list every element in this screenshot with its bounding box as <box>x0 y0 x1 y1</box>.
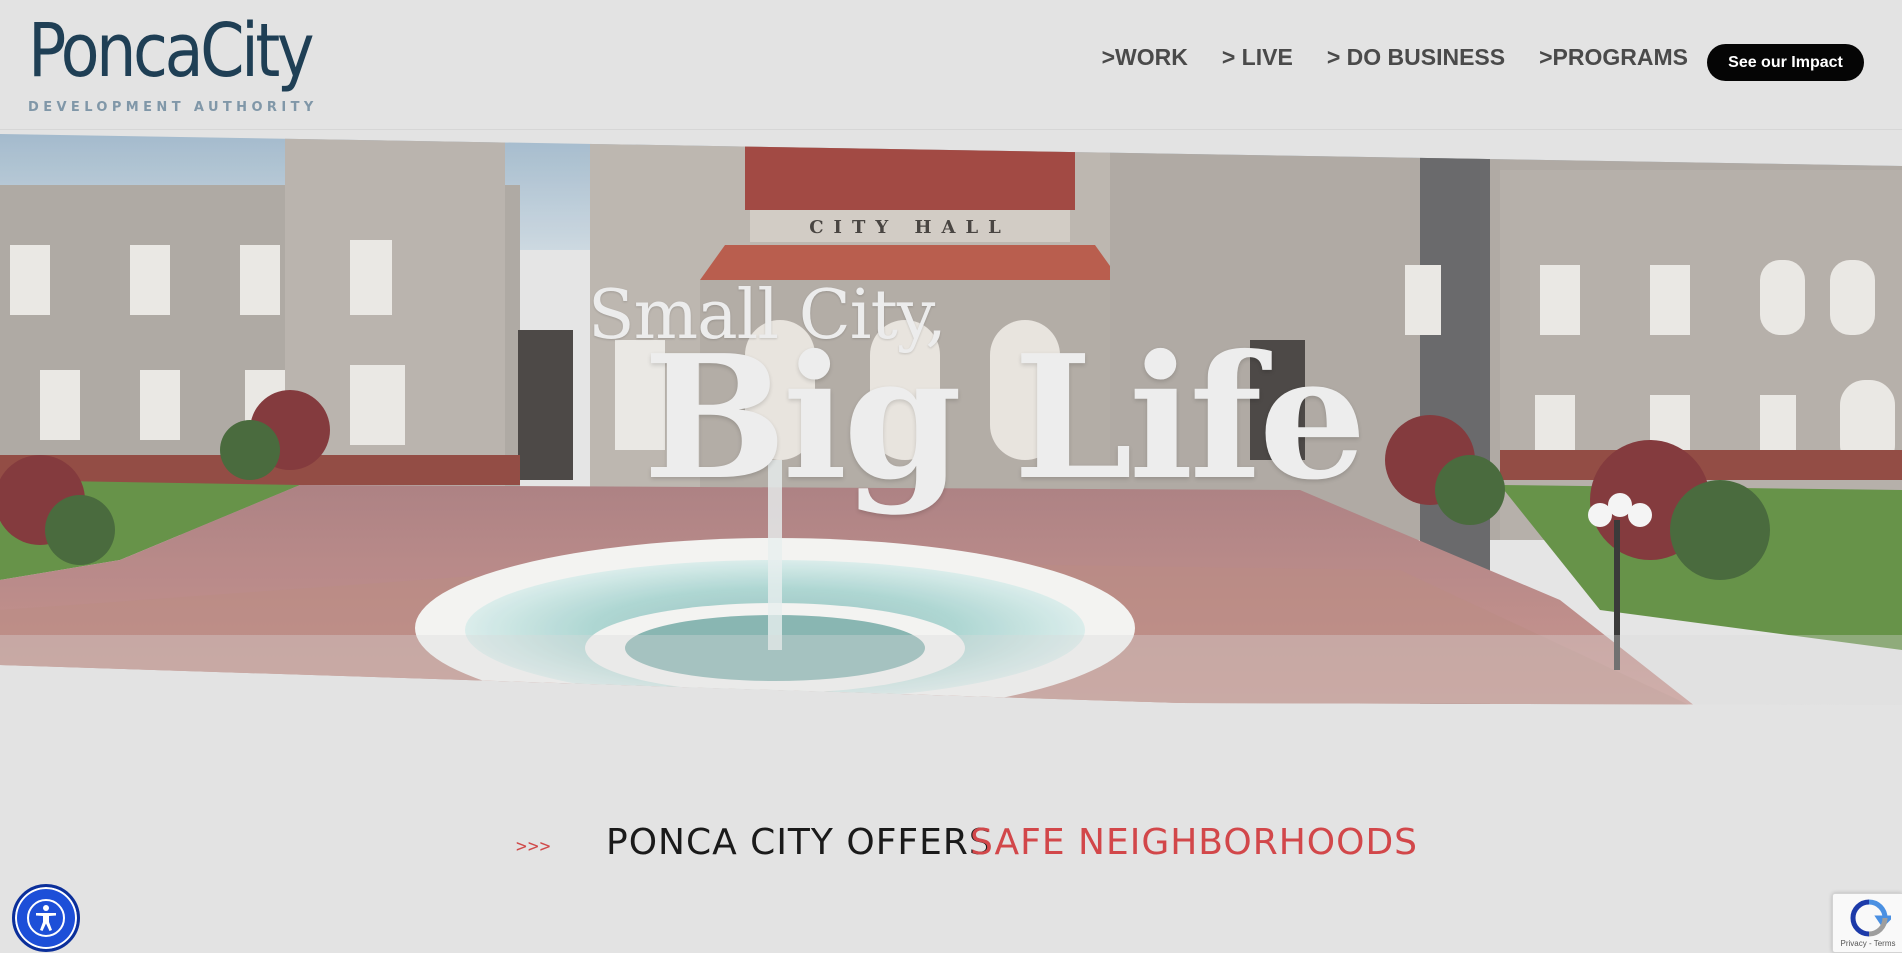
logo[interactable]: PoncaCity DEVELOPMENT AUTHORITY <box>28 12 315 118</box>
recaptcha-icon <box>1850 899 1891 937</box>
chevrons-icon: >>> <box>516 836 552 857</box>
offers-prefix: PONCA CITY OFFERS <box>606 822 993 863</box>
offers-strip: >>> PONCA CITY OFFERS SAFE NEIGHBORHOODS <box>0 818 1902 874</box>
nav-live[interactable]: > LIVE <box>1222 44 1293 71</box>
nav-programs[interactable]: >PROGRAMS <box>1539 44 1688 71</box>
offers-highlight: SAFE NEIGHBORHOODS <box>970 822 1419 863</box>
site-header: PoncaCity DEVELOPMENT AUTHORITY >WORK > … <box>0 0 1902 130</box>
nav-work[interactable]: >WORK <box>1102 44 1188 71</box>
hero-section: CITY HALL Small City, Big Life <box>0 130 1902 710</box>
recaptcha-links[interactable]: Privacy - Terms <box>1833 939 1902 948</box>
logo-subtitle: DEVELOPMENT AUTHORITY <box>28 100 318 115</box>
main-nav: >WORK > LIVE > DO BUSINESS >PROGRAMS <box>1102 44 1688 71</box>
logo-wordmark: PoncaCity <box>28 8 315 94</box>
nav-do-business[interactable]: > DO BUSINESS <box>1327 44 1505 71</box>
accessibility-button[interactable] <box>12 884 80 952</box>
see-our-impact-button[interactable]: See our Impact <box>1707 44 1864 81</box>
recaptcha-badge[interactable]: Privacy - Terms <box>1832 893 1902 953</box>
hero-title-big-life: Big Life <box>643 318 1367 518</box>
accessibility-icon <box>27 899 65 937</box>
